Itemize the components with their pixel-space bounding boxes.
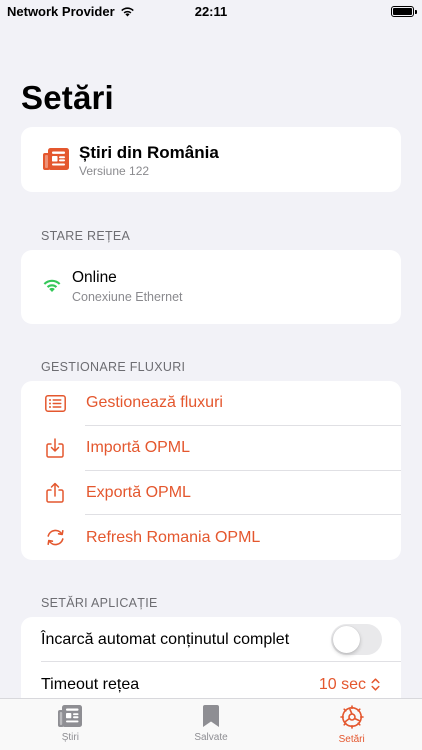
app-name: Știri din România xyxy=(79,143,219,162)
autoload-row: Încarcă automat conținutul complet xyxy=(21,617,401,662)
chevron-up-down-icon xyxy=(371,678,380,691)
bookmark-icon xyxy=(203,705,219,727)
app-settings-section-header: SETĂRI APLICAȚIE xyxy=(41,596,158,610)
status-bar: Network Provider 22:11 xyxy=(0,0,422,22)
app-info-card: Știri din România Versiune 122 xyxy=(21,127,401,192)
settings-gear-icon xyxy=(339,705,364,729)
network-status-card: Online Conexiune Ethernet xyxy=(21,250,401,324)
refresh-romania-opml-button[interactable]: Refresh Romania OPML xyxy=(21,515,401,560)
tab-stiri[interactable]: Știri xyxy=(0,699,141,750)
import-icon xyxy=(46,438,64,458)
tab-salvate-label: Salvate xyxy=(194,732,228,743)
signal-wifi-icon xyxy=(120,6,134,16)
autoload-toggle[interactable] xyxy=(331,624,382,655)
newspaper-icon xyxy=(43,148,69,170)
tab-stiri-label: Știri xyxy=(61,732,79,743)
wifi-icon xyxy=(43,279,61,292)
timeout-label: Timeout rețea xyxy=(41,675,140,693)
page-title: Setări xyxy=(21,79,114,116)
network-detail: Conexiune Ethernet xyxy=(72,290,183,304)
battery-icon xyxy=(391,5,417,17)
feeds-card: Gestionează fluxuri Importă OPML Exportă… xyxy=(21,381,401,560)
list-icon xyxy=(44,394,66,412)
toggle-knob xyxy=(333,626,360,653)
import-opml-label: Importă OPML xyxy=(86,439,191,457)
feeds-section-header: GESTIONARE FLUXURI xyxy=(41,360,186,374)
export-opml-button[interactable]: Exportă OPML xyxy=(21,471,401,516)
carrier-name: Network Provider xyxy=(7,3,115,19)
manage-feeds-button[interactable]: Gestionează fluxuri xyxy=(21,381,401,426)
refresh-icon xyxy=(46,529,64,546)
manage-feeds-label: Gestionează fluxuri xyxy=(86,394,223,412)
tab-setari[interactable]: Setări xyxy=(281,699,422,750)
import-opml-button[interactable]: Importă OPML xyxy=(21,426,401,471)
export-opml-label: Exportă OPML xyxy=(86,483,191,501)
news-tab-icon xyxy=(58,705,83,727)
network-section-header: STARE REȚEA xyxy=(41,229,131,243)
export-icon xyxy=(46,483,64,504)
refresh-romania-opml-label: Refresh Romania OPML xyxy=(86,528,261,546)
tab-bar: Știri Salvate Setări xyxy=(0,698,422,750)
tab-salvate[interactable]: Salvate xyxy=(141,699,282,750)
status-left: Network Provider xyxy=(7,4,135,19)
timeout-value: 10 sec xyxy=(318,675,366,693)
autoload-label: Încarcă automat conținutul complet xyxy=(41,630,290,648)
app-version: Versiune 122 xyxy=(79,164,150,178)
network-status: Online xyxy=(72,269,117,286)
tab-setari-label: Setări xyxy=(338,734,365,745)
